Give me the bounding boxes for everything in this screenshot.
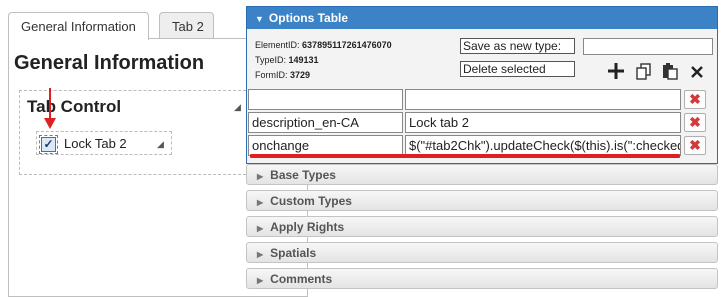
- resize-handle-icon[interactable]: ◢: [157, 140, 164, 149]
- option-value-cell[interactable]: $("#tab2Chk").updateCheck($(this).is(":c…: [405, 135, 681, 156]
- element-id-line: ElementID: 637895117261476070: [255, 40, 392, 50]
- options-table-title: Options Table: [268, 11, 349, 25]
- copy-icon[interactable]: [635, 62, 653, 80]
- annotation-underline: [250, 154, 680, 158]
- option-value-cell[interactable]: [405, 89, 681, 110]
- form-id-line: FormID: 3729: [255, 70, 311, 80]
- delete-selected-button[interactable]: Delete selected: [460, 61, 575, 77]
- section-spatials[interactable]: ▶ Spatials: [246, 242, 718, 263]
- section-custom-types[interactable]: ▶ Custom Types: [246, 190, 718, 211]
- options-table-header[interactable]: ▼ Options Table: [247, 7, 717, 29]
- expand-triangle-icon: ▶: [257, 198, 264, 207]
- option-key-cell[interactable]: [248, 89, 403, 110]
- section-comments[interactable]: ▶ Comments: [246, 268, 718, 289]
- delete-x-icon[interactable]: ✖: [684, 113, 706, 132]
- resize-handle-icon[interactable]: ◢: [234, 103, 241, 112]
- close-icon[interactable]: [689, 62, 705, 80]
- option-key-cell[interactable]: description_en-CA: [248, 112, 403, 133]
- lock-tab-checkbox[interactable]: ✓: [39, 135, 58, 154]
- collapse-triangle-icon: ▼: [255, 14, 264, 24]
- section-apply-rights[interactable]: ▶ Apply Rights: [246, 216, 718, 237]
- option-key-cell[interactable]: onchange: [248, 135, 403, 156]
- tab-general-information[interactable]: General Information: [8, 12, 149, 40]
- type-id-line: TypeID: 149131: [255, 55, 319, 65]
- annotation-arrow-icon: [44, 88, 56, 129]
- plus-icon[interactable]: [607, 62, 625, 80]
- checkbox-label: Lock Tab 2: [64, 136, 127, 151]
- page-title: General Information: [14, 52, 205, 74]
- save-as-new-type-input[interactable]: [583, 38, 713, 55]
- save-as-new-type-label: Save as new type:: [460, 38, 575, 54]
- expand-triangle-icon: ▶: [257, 224, 264, 233]
- delete-x-icon[interactable]: ✖: [684, 90, 706, 109]
- expand-triangle-icon: ▶: [257, 276, 264, 285]
- type-id-value: 149131: [288, 55, 319, 65]
- tab-tab-2[interactable]: Tab 2: [159, 12, 214, 39]
- delete-x-icon[interactable]: ✖: [684, 136, 706, 155]
- form-id-value: 3729: [290, 70, 311, 80]
- option-value-cell[interactable]: Lock tab 2: [405, 112, 681, 133]
- element-id-value: 637895117261476070: [302, 40, 392, 50]
- section-base-types[interactable]: ▶ Base Types: [246, 164, 718, 185]
- expand-triangle-icon: ▶: [257, 250, 264, 259]
- paste-icon[interactable]: [661, 62, 679, 80]
- expand-triangle-icon: ▶: [257, 172, 264, 181]
